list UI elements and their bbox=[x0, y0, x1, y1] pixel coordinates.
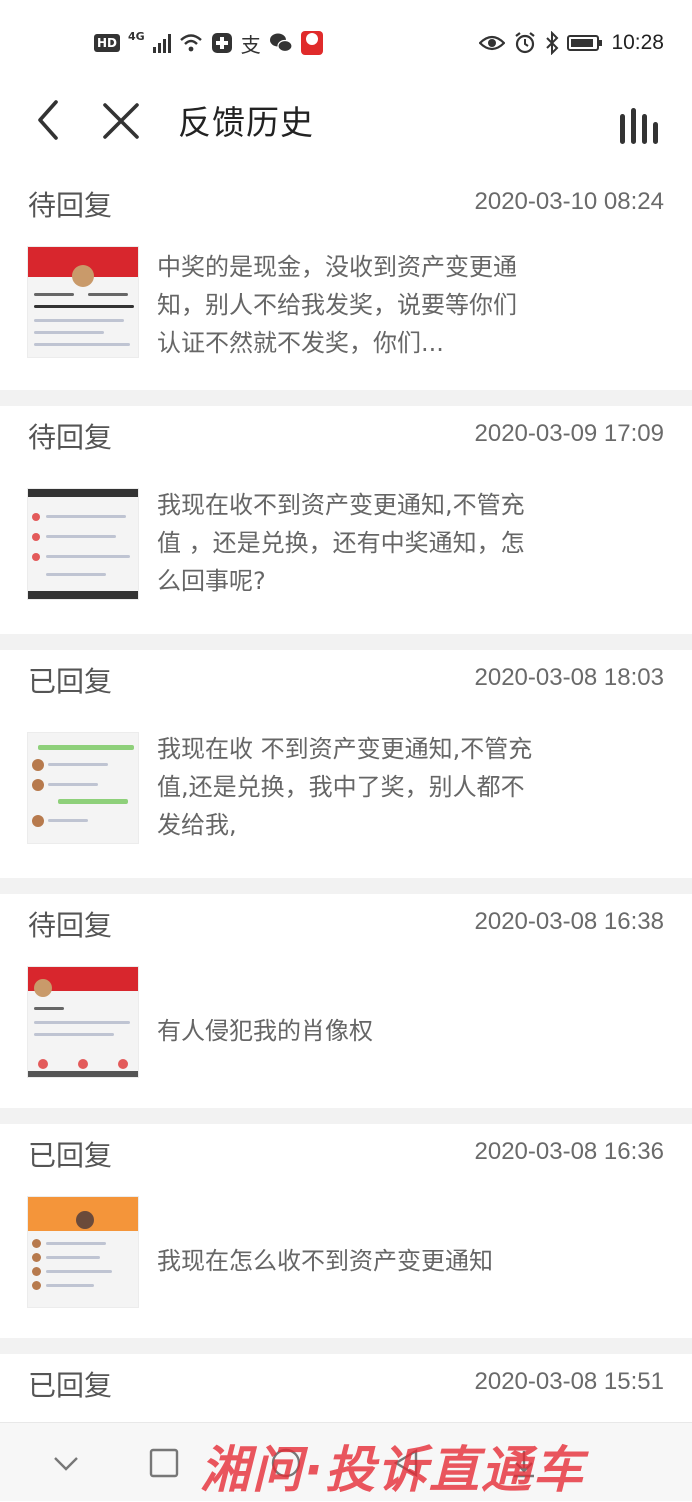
page-title: 反馈历史 bbox=[178, 103, 314, 142]
clock: 10:28 bbox=[611, 31, 664, 54]
list-divider bbox=[0, 390, 692, 406]
status-bar-left: HD 4G 支 bbox=[94, 28, 323, 58]
signal-icon bbox=[152, 33, 171, 53]
square-icon[interactable] bbox=[148, 1447, 180, 1479]
chevron-down-icon[interactable] bbox=[50, 1447, 82, 1479]
close-icon bbox=[103, 103, 139, 139]
feedback-item[interactable]: 待回复 2020-03-10 08:24 中奖的是现金，没收到资产变更通知，别人… bbox=[0, 174, 692, 390]
hd-badge: HD bbox=[94, 34, 121, 52]
reply-status: 已回复 bbox=[28, 665, 113, 698]
bars-icon bbox=[620, 108, 658, 144]
wechat-icon bbox=[269, 32, 293, 54]
watermark-logo: 湘问·投诉直通车 bbox=[200, 1441, 585, 1499]
menu-button[interactable] bbox=[618, 106, 662, 146]
alarm-icon bbox=[513, 31, 537, 55]
feedback-text: 我现在怎么收不到资产变更通知 bbox=[157, 1247, 493, 1275]
red-app-icon bbox=[300, 31, 323, 55]
screenshot-thumbnail[interactable] bbox=[27, 1196, 139, 1308]
screenshot-thumbnail[interactable] bbox=[27, 488, 139, 600]
feedback-time: 2020-03-08 16:36 bbox=[474, 1138, 665, 1165]
reply-status: 待回复 bbox=[28, 421, 113, 454]
feedback-text: 我现在收 不到资产变更通知,不管充值,还是兑换，我中了奖，别人都不发给我, bbox=[157, 735, 533, 839]
list-divider bbox=[0, 1338, 692, 1354]
list-divider bbox=[0, 634, 692, 650]
feedback-list: 待回复 2020-03-10 08:24 中奖的是现金，没收到资产变更通知，别人… bbox=[0, 174, 692, 1454]
battery-icon bbox=[567, 35, 603, 51]
chevron-left-icon bbox=[38, 100, 58, 140]
feedback-time: 2020-03-08 16:38 bbox=[474, 908, 665, 935]
reply-status: 待回复 bbox=[28, 189, 113, 222]
feedback-time: 2020-03-10 08:24 bbox=[474, 188, 665, 215]
status-bar-right: 10:28 bbox=[479, 28, 664, 58]
screenshot-thumbnail[interactable] bbox=[27, 246, 139, 358]
plus-app-icon bbox=[211, 32, 233, 54]
screenshot-thumbnail[interactable] bbox=[27, 966, 139, 1078]
feedback-item[interactable]: 已回复 2020-03-08 16:36 我现在怎么收不到资产变更通知 bbox=[0, 1124, 692, 1338]
network-type: 4G bbox=[128, 29, 145, 43]
feedback-time: 2020-03-09 17:09 bbox=[474, 420, 665, 447]
wifi-icon bbox=[179, 33, 203, 53]
feedback-text: 有人侵犯我的肖像权 bbox=[157, 1017, 373, 1045]
reply-status: 待回复 bbox=[28, 909, 113, 942]
list-divider bbox=[0, 1108, 692, 1124]
feedback-item[interactable]: 已回复 2020-03-08 18:03 我现在收 不到资产变更通知,不管充值,… bbox=[0, 650, 692, 878]
navigation-bar: 反馈历史 bbox=[0, 84, 692, 174]
feedback-text: 我现在收不到资产变更通知,不管充值 ，还是兑换，还有中奖通知，怎么回事呢? bbox=[157, 491, 525, 595]
list-divider bbox=[0, 878, 692, 894]
eye-icon bbox=[479, 33, 506, 53]
feedback-time: 2020-03-08 15:51 bbox=[474, 1368, 665, 1395]
feedback-item[interactable]: 待回复 2020-03-09 17:09 我现在收不到资产变更通知,不管充值 ，… bbox=[0, 406, 692, 634]
feedback-time: 2020-03-08 18:03 bbox=[474, 664, 665, 691]
reply-status: 已回复 bbox=[28, 1139, 113, 1172]
battery-level bbox=[571, 39, 594, 47]
alipay-icon: 支 bbox=[240, 32, 261, 57]
feedback-text: 中奖的是现金，没收到资产变更通知，别人不给我发奖，说要等你们认证不然就不发奖，你… bbox=[157, 253, 517, 357]
bluetooth-icon bbox=[545, 31, 559, 55]
back-button[interactable] bbox=[28, 98, 72, 142]
reply-status: 已回复 bbox=[28, 1369, 113, 1402]
feedback-item[interactable]: 待回复 2020-03-08 16:38 有人侵犯我的肖像权 bbox=[0, 894, 692, 1108]
close-button[interactable] bbox=[98, 98, 144, 144]
screenshot-thumbnail[interactable] bbox=[27, 732, 139, 844]
status-bar: HD 4G 支 10:28 bbox=[0, 0, 692, 84]
